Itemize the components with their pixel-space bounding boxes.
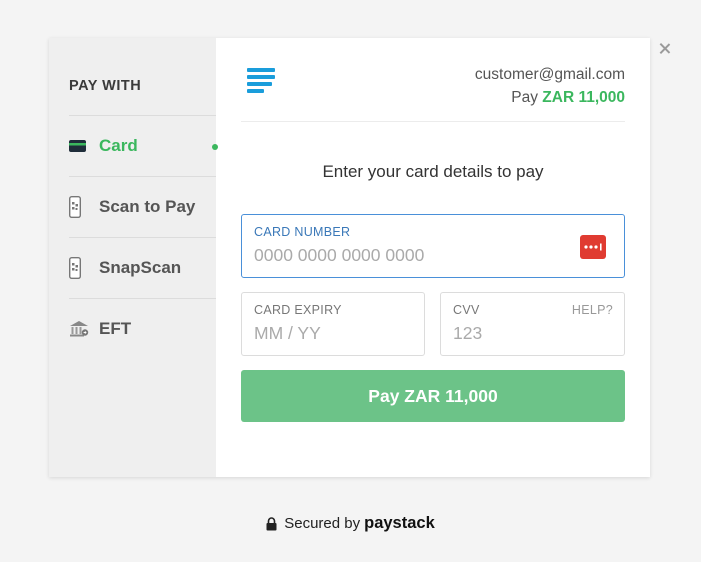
payment-panel: customer@gmail.com Pay ZAR 11,000 Enter … xyxy=(216,38,650,477)
card-expiry-label: CARD EXPIRY xyxy=(254,303,342,317)
credit-card-icon xyxy=(69,140,99,152)
card-expiry-field[interactable]: CARD EXPIRY xyxy=(241,292,425,356)
payment-summary: customer@gmail.com Pay ZAR 11,000 xyxy=(475,63,625,109)
sidebar-item-label: Scan to Pay xyxy=(99,197,196,216)
lock-icon xyxy=(266,516,277,531)
sidebar-title: PAY WITH xyxy=(69,78,142,94)
phone-qr-icon xyxy=(69,257,99,279)
bank-icon xyxy=(69,320,99,338)
pay-amount: ZAR 11,000 xyxy=(542,89,625,106)
cvv-input[interactable] xyxy=(453,323,600,344)
cvv-field[interactable]: CVV HELP? xyxy=(440,292,625,356)
phone-qr-icon xyxy=(69,196,99,218)
customer-email: customer@gmail.com xyxy=(474,66,625,83)
merchant-logo-icon xyxy=(247,68,277,101)
card-number-input[interactable] xyxy=(254,245,560,266)
form-prompt: Enter your card details to pay xyxy=(322,162,544,181)
card-number-field[interactable]: CARD NUMBER xyxy=(241,214,625,278)
secured-by-footer: Secured by paystack xyxy=(0,514,701,533)
secured-by-text: Secured by xyxy=(284,515,361,532)
cvv-help-link[interactable]: HELP? xyxy=(572,303,613,317)
sidebar-item-label: EFT xyxy=(99,319,132,338)
sidebar-item-eft[interactable]: EFT xyxy=(69,298,216,359)
cvv-label: CVV xyxy=(453,303,480,317)
card-brand-icon xyxy=(580,235,606,259)
sidebar-item-card[interactable]: Card xyxy=(69,115,218,176)
pay-button[interactable]: Pay ZAR 11,000 xyxy=(241,370,625,422)
sidebar-item-scan-to-pay[interactable]: Scan to Pay xyxy=(69,176,216,237)
paystack-logo[interactable]: paystack xyxy=(364,514,435,533)
sidebar-item-label: SnapScan xyxy=(99,258,182,277)
sidebar-item-label: Card xyxy=(99,136,138,155)
card-number-label: CARD NUMBER xyxy=(254,225,351,239)
close-button[interactable] xyxy=(656,40,674,58)
payment-method-sidebar: PAY WITH Card Scan to Pay SnapScan EFT xyxy=(49,38,218,477)
card-expiry-input[interactable] xyxy=(254,323,400,344)
sidebar-item-snapscan[interactable]: SnapScan xyxy=(69,237,216,298)
pay-prefix: Pay xyxy=(511,89,538,106)
payment-modal: PAY WITH Card Scan to Pay SnapScan EFT c… xyxy=(49,38,650,477)
header-divider xyxy=(241,121,625,122)
